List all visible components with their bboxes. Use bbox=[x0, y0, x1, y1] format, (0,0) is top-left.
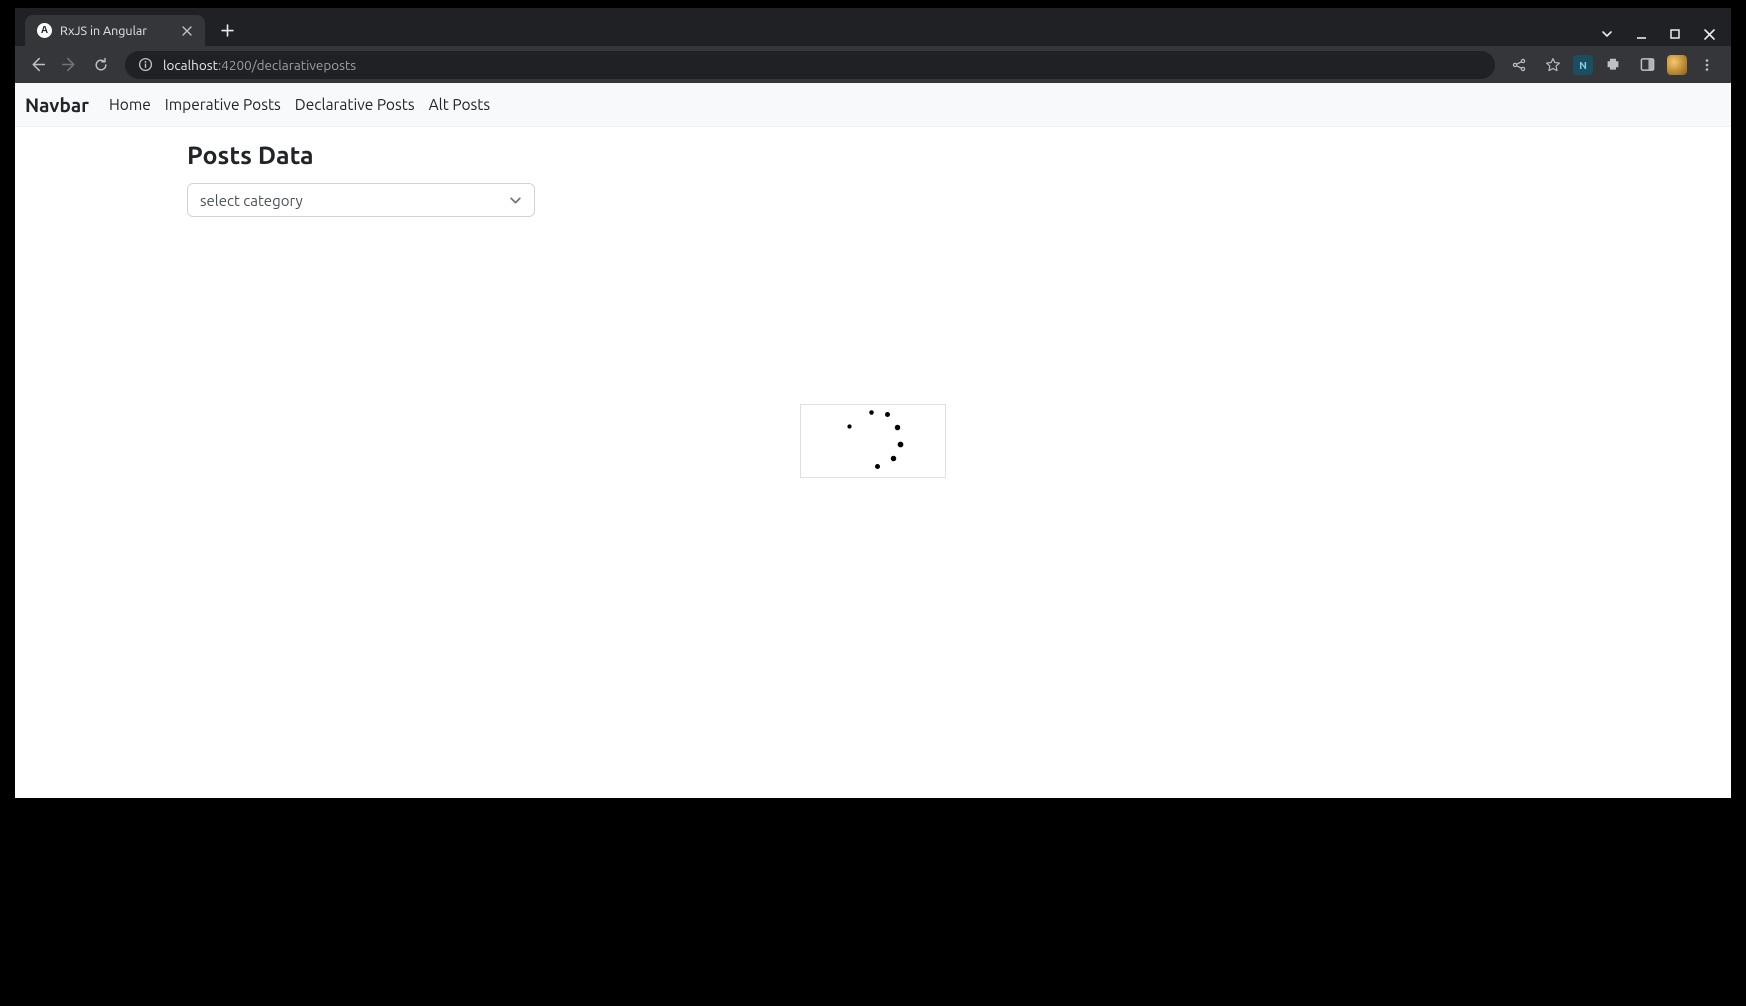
nav-link-imperative-posts[interactable]: Imperative Posts bbox=[165, 96, 281, 113]
side-panel-button[interactable] bbox=[1633, 51, 1661, 79]
category-select[interactable]: select category bbox=[187, 183, 535, 217]
tab-title: RxJS in Angular bbox=[60, 24, 171, 38]
new-tab-button[interactable] bbox=[213, 16, 241, 44]
site-info-icon[interactable] bbox=[137, 57, 153, 73]
page-viewport: Navbar Home Imperative Posts Declarative… bbox=[15, 83, 1731, 798]
url-path: :4200/declarativeposts bbox=[218, 57, 356, 73]
page-content: Posts Data select category bbox=[15, 127, 1731, 217]
window-controls bbox=[1599, 28, 1731, 46]
chevron-down-icon[interactable] bbox=[1599, 28, 1615, 40]
menu-button[interactable] bbox=[1693, 51, 1721, 79]
nav-link-alt-posts[interactable]: Alt Posts bbox=[429, 96, 491, 113]
back-button[interactable] bbox=[23, 51, 51, 79]
share-button[interactable] bbox=[1505, 51, 1533, 79]
url-text: localhost:4200/declarativeposts bbox=[163, 57, 356, 73]
browser-tab[interactable]: A RxJS in Angular bbox=[25, 15, 205, 46]
select-placeholder: select category bbox=[200, 192, 303, 209]
extension-badge-a[interactable]: N bbox=[1573, 55, 1593, 75]
angular-favicon-icon: A bbox=[37, 23, 52, 38]
desktop: A RxJS in Angular bbox=[0, 0, 1746, 1006]
app-navbar: Navbar Home Imperative Posts Declarative… bbox=[15, 83, 1731, 127]
chevron-down-icon bbox=[509, 194, 522, 207]
close-tab-button[interactable] bbox=[179, 23, 195, 39]
nav-link-declarative-posts[interactable]: Declarative Posts bbox=[295, 96, 415, 113]
forward-button[interactable] bbox=[55, 51, 83, 79]
toolbar-right: N bbox=[1505, 51, 1723, 79]
close-window-button[interactable] bbox=[1701, 29, 1717, 40]
profile-avatar[interactable] bbox=[1667, 55, 1687, 75]
tab-strip: A RxJS in Angular bbox=[15, 8, 1731, 46]
minimize-button[interactable] bbox=[1633, 29, 1649, 40]
address-bar[interactable]: localhost:4200/declarativeposts bbox=[125, 51, 1495, 79]
browser-toolbar: localhost:4200/declarativeposts N bbox=[15, 46, 1731, 83]
navbar-brand[interactable]: Navbar bbox=[25, 94, 89, 116]
loading-indicator bbox=[800, 404, 946, 478]
browser-window: A RxJS in Angular bbox=[15, 8, 1731, 798]
reload-button[interactable] bbox=[87, 51, 115, 79]
page-title: Posts Data bbox=[187, 141, 1731, 169]
bookmark-button[interactable] bbox=[1539, 51, 1567, 79]
nav-link-home[interactable]: Home bbox=[109, 96, 151, 113]
url-host: localhost bbox=[163, 57, 218, 73]
maximize-button[interactable] bbox=[1667, 29, 1683, 39]
extensions-button[interactable] bbox=[1599, 51, 1627, 79]
